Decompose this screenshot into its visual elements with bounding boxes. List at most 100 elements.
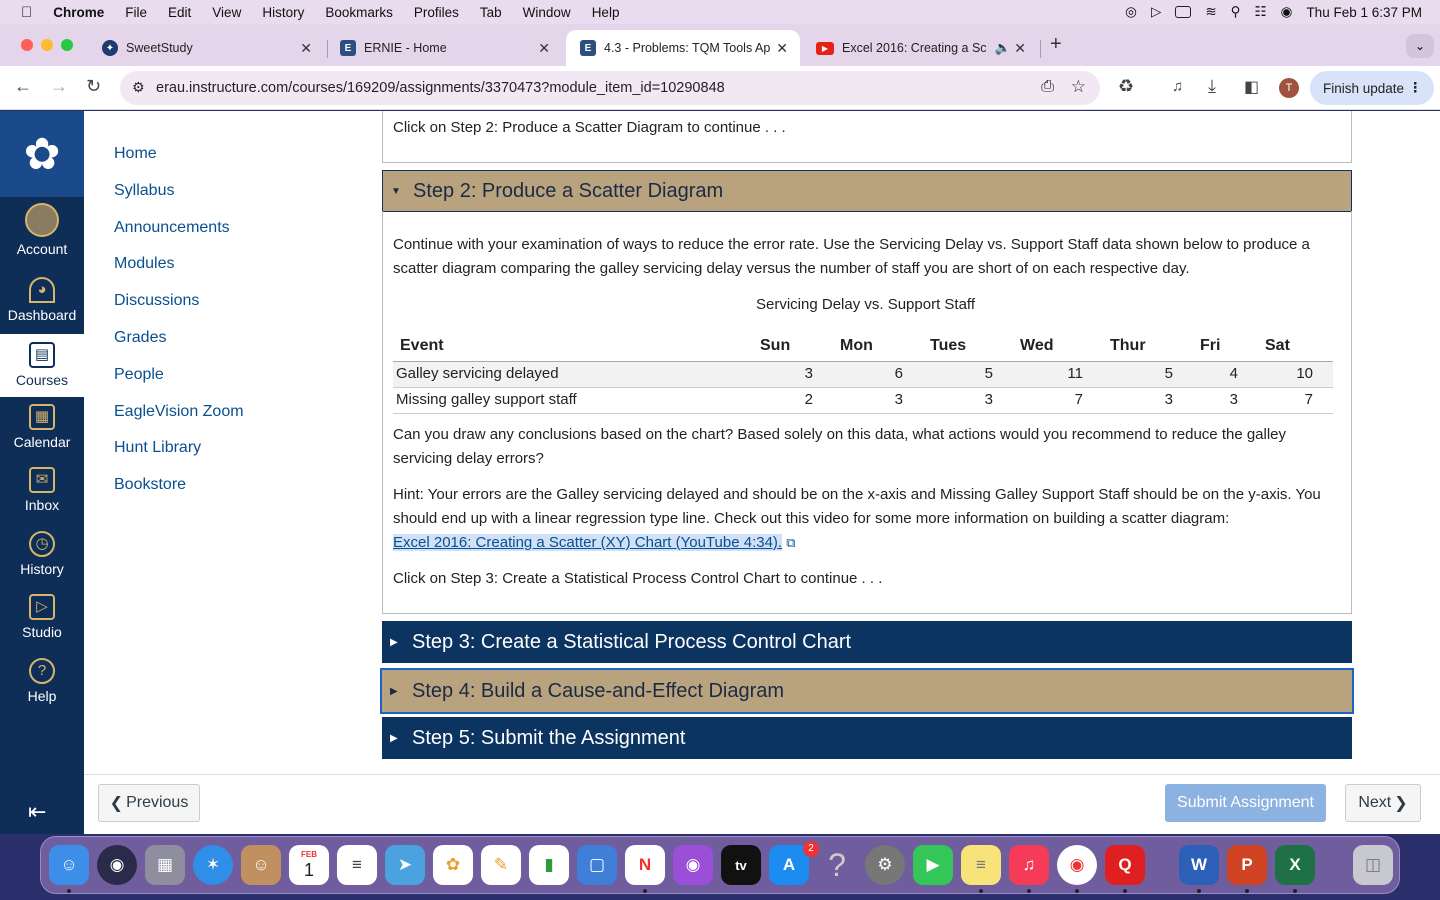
side-panel-icon[interactable]: ◧ [1244, 77, 1259, 97]
menu-app-name[interactable]: Chrome [53, 5, 104, 20]
install-app-icon[interactable]: ⎙ [1041, 78, 1054, 96]
powerpoint-icon[interactable]: P [1227, 845, 1267, 885]
minimize-window-icon[interactable] [41, 39, 53, 51]
course-nav-grades[interactable]: Grades [114, 329, 166, 347]
facetime-icon[interactable]: ▶ [913, 845, 953, 885]
freeform-icon[interactable]: ✎ [481, 845, 521, 885]
system-settings-icon[interactable]: ⚙ [865, 845, 905, 885]
tab-ernie-home[interactable]: E ERNIE - Home ✕ [326, 30, 562, 66]
youtube-video-link[interactable]: Excel 2016: Creating a Scatter (XY) Char… [393, 534, 783, 551]
finder-icon[interactable]: ☺ [49, 845, 89, 885]
chrome-icon[interactable]: ◉ [1057, 845, 1097, 885]
speaker-icon[interactable]: 🔈 [995, 40, 1011, 56]
launchpad-icon[interactable]: ▦ [145, 845, 185, 885]
menu-view[interactable]: View [212, 5, 241, 20]
finish-update-button[interactable]: Finish update ⋮ [1310, 71, 1434, 105]
contacts-icon[interactable]: ☺ [241, 845, 281, 885]
site-settings-icon[interactable]: ⚙ [132, 79, 145, 96]
news-icon[interactable]: N [625, 845, 665, 885]
creative-cloud-icon[interactable]: ◎ [1125, 4, 1137, 20]
course-nav-hunt-library[interactable]: Hunt Library [114, 439, 201, 457]
nav-help[interactable]: ? Help [0, 658, 84, 708]
zoom-window-icon[interactable] [61, 39, 73, 51]
course-nav-eaglevision-zoom[interactable]: EagleVision Zoom [114, 403, 244, 421]
control-center-icon[interactable]: ☷ [1255, 4, 1267, 20]
nav-studio[interactable]: ▷ Studio [0, 594, 84, 644]
close-window-icon[interactable] [21, 39, 33, 51]
submit-assignment-button[interactable]: Submit Assignment [1165, 784, 1326, 822]
menu-bookmarks[interactable]: Bookmarks [325, 5, 393, 20]
siri-icon[interactable]: ◉ [1281, 4, 1293, 20]
menu-profiles[interactable]: Profiles [414, 5, 459, 20]
nav-courses[interactable]: ▤ Courses [0, 334, 84, 397]
numbers-icon[interactable]: ▮ [529, 845, 569, 885]
course-nav-syllabus[interactable]: Syllabus [114, 182, 174, 200]
menu-file[interactable]: File [125, 5, 147, 20]
profile-avatar[interactable]: T [1279, 78, 1299, 98]
play-icon[interactable]: ▷ [1151, 4, 1161, 20]
eagle-logo[interactable]: ✿ [0, 111, 84, 197]
bookmark-star-icon[interactable]: ☆ [1071, 77, 1086, 97]
download-icon[interactable]: ⤓ [1208, 76, 1216, 97]
nav-account[interactable]: Account [0, 203, 84, 263]
menu-clock[interactable]: Thu Feb 1 6:37 PM [1306, 5, 1422, 20]
reminders-icon[interactable]: ≡ [337, 845, 377, 885]
apple-icon[interactable]:  [21, 4, 32, 21]
menu-tab[interactable]: Tab [480, 5, 502, 20]
apple-tv-icon[interactable]: tv [721, 845, 761, 885]
course-nav-people[interactable]: People [114, 366, 164, 384]
back-icon[interactable]: ← [14, 76, 32, 97]
quicken-icon[interactable]: Q [1105, 845, 1145, 885]
nav-history[interactable]: ◷ History [0, 531, 84, 581]
calendar-app-icon[interactable]: FEB 1 [289, 845, 329, 885]
course-nav-modules[interactable]: Modules [114, 255, 174, 273]
url-text[interactable]: erau.instructure.com/courses/169209/assi… [156, 80, 725, 96]
step5-header[interactable]: ▶ Step 5: Submit the Assignment [382, 717, 1352, 759]
trash-icon[interactable]: ◫ [1353, 845, 1393, 885]
more-menu-icon[interactable]: ⋮ [1409, 80, 1423, 96]
course-nav-announcements[interactable]: Announcements [114, 219, 230, 237]
siri-icon[interactable]: ◉ [97, 845, 137, 885]
media-control-icon[interactable]: ♫ [1172, 78, 1183, 95]
tab-sweetstudy[interactable]: ✦ SweetStudy ✕ [88, 30, 324, 66]
previous-button[interactable]: ❮ Previous [98, 784, 200, 822]
podcasts-icon[interactable]: ◉ [673, 845, 713, 885]
unknown-app-icon[interactable]: ? [817, 845, 857, 885]
notes-icon[interactable]: ≡ [961, 845, 1001, 885]
address-bar[interactable]: ⚙ erau.instructure.com/courses/169209/as… [120, 71, 1100, 105]
step2-header[interactable]: ▼ Step 2: Produce a Scatter Diagram [382, 170, 1352, 212]
safari-icon[interactable]: ✶ [193, 845, 233, 885]
excel-icon[interactable]: X [1275, 845, 1315, 885]
step3-header[interactable]: ▶ Step 3: Create a Statistical Process C… [382, 621, 1352, 663]
nav-dashboard[interactable]: ◕ Dashboard [0, 277, 84, 327]
menu-edit[interactable]: Edit [168, 5, 191, 20]
course-nav-bookstore[interactable]: Bookstore [114, 476, 186, 494]
new-tab-icon[interactable]: + [1050, 33, 1062, 56]
photos-icon[interactable]: ✿ [433, 845, 473, 885]
reload-icon[interactable]: ↻ [86, 76, 101, 97]
close-tab-icon[interactable]: ✕ [538, 40, 550, 57]
close-tab-icon[interactable]: ✕ [776, 40, 788, 57]
music-icon[interactable]: ♫ [1009, 845, 1049, 885]
word-icon[interactable]: W [1179, 845, 1219, 885]
spotlight-icon[interactable]: ⚲ [1231, 4, 1241, 20]
extensions-icon[interactable]: ♻ [1118, 76, 1134, 97]
menu-window[interactable]: Window [523, 5, 571, 20]
course-nav-discussions[interactable]: Discussions [114, 292, 199, 310]
nav-calendar[interactable]: ▦ Calendar [0, 404, 84, 454]
menu-history[interactable]: History [262, 5, 304, 20]
step4-header[interactable]: ▶ Step 4: Build a Cause-and-Effect Diagr… [380, 668, 1354, 714]
wifi-icon[interactable]: ≋ [1205, 4, 1216, 20]
course-nav-home[interactable]: Home [114, 145, 157, 163]
maps-icon[interactable]: ➤ [385, 845, 425, 885]
tab-search-chevron-icon[interactable]: ⌄ [1406, 34, 1434, 58]
tab-excel-youtube[interactable]: ▶ Excel 2016: Creating a Sc 🔈 ✕ [802, 30, 1038, 66]
collapse-nav-icon[interactable]: ⇤ [28, 799, 46, 825]
nav-inbox[interactable]: ✉ Inbox [0, 467, 84, 517]
tab-tqm-tools[interactable]: E 4.3 - Problems: TQM Tools Ap ✕ [566, 30, 800, 66]
close-tab-icon[interactable]: ✕ [1014, 40, 1026, 57]
battery-icon[interactable] [1175, 6, 1192, 18]
menu-help[interactable]: Help [592, 5, 620, 20]
next-button[interactable]: Next ❯ [1345, 784, 1421, 822]
keynote-icon[interactable]: ▢ [577, 845, 617, 885]
